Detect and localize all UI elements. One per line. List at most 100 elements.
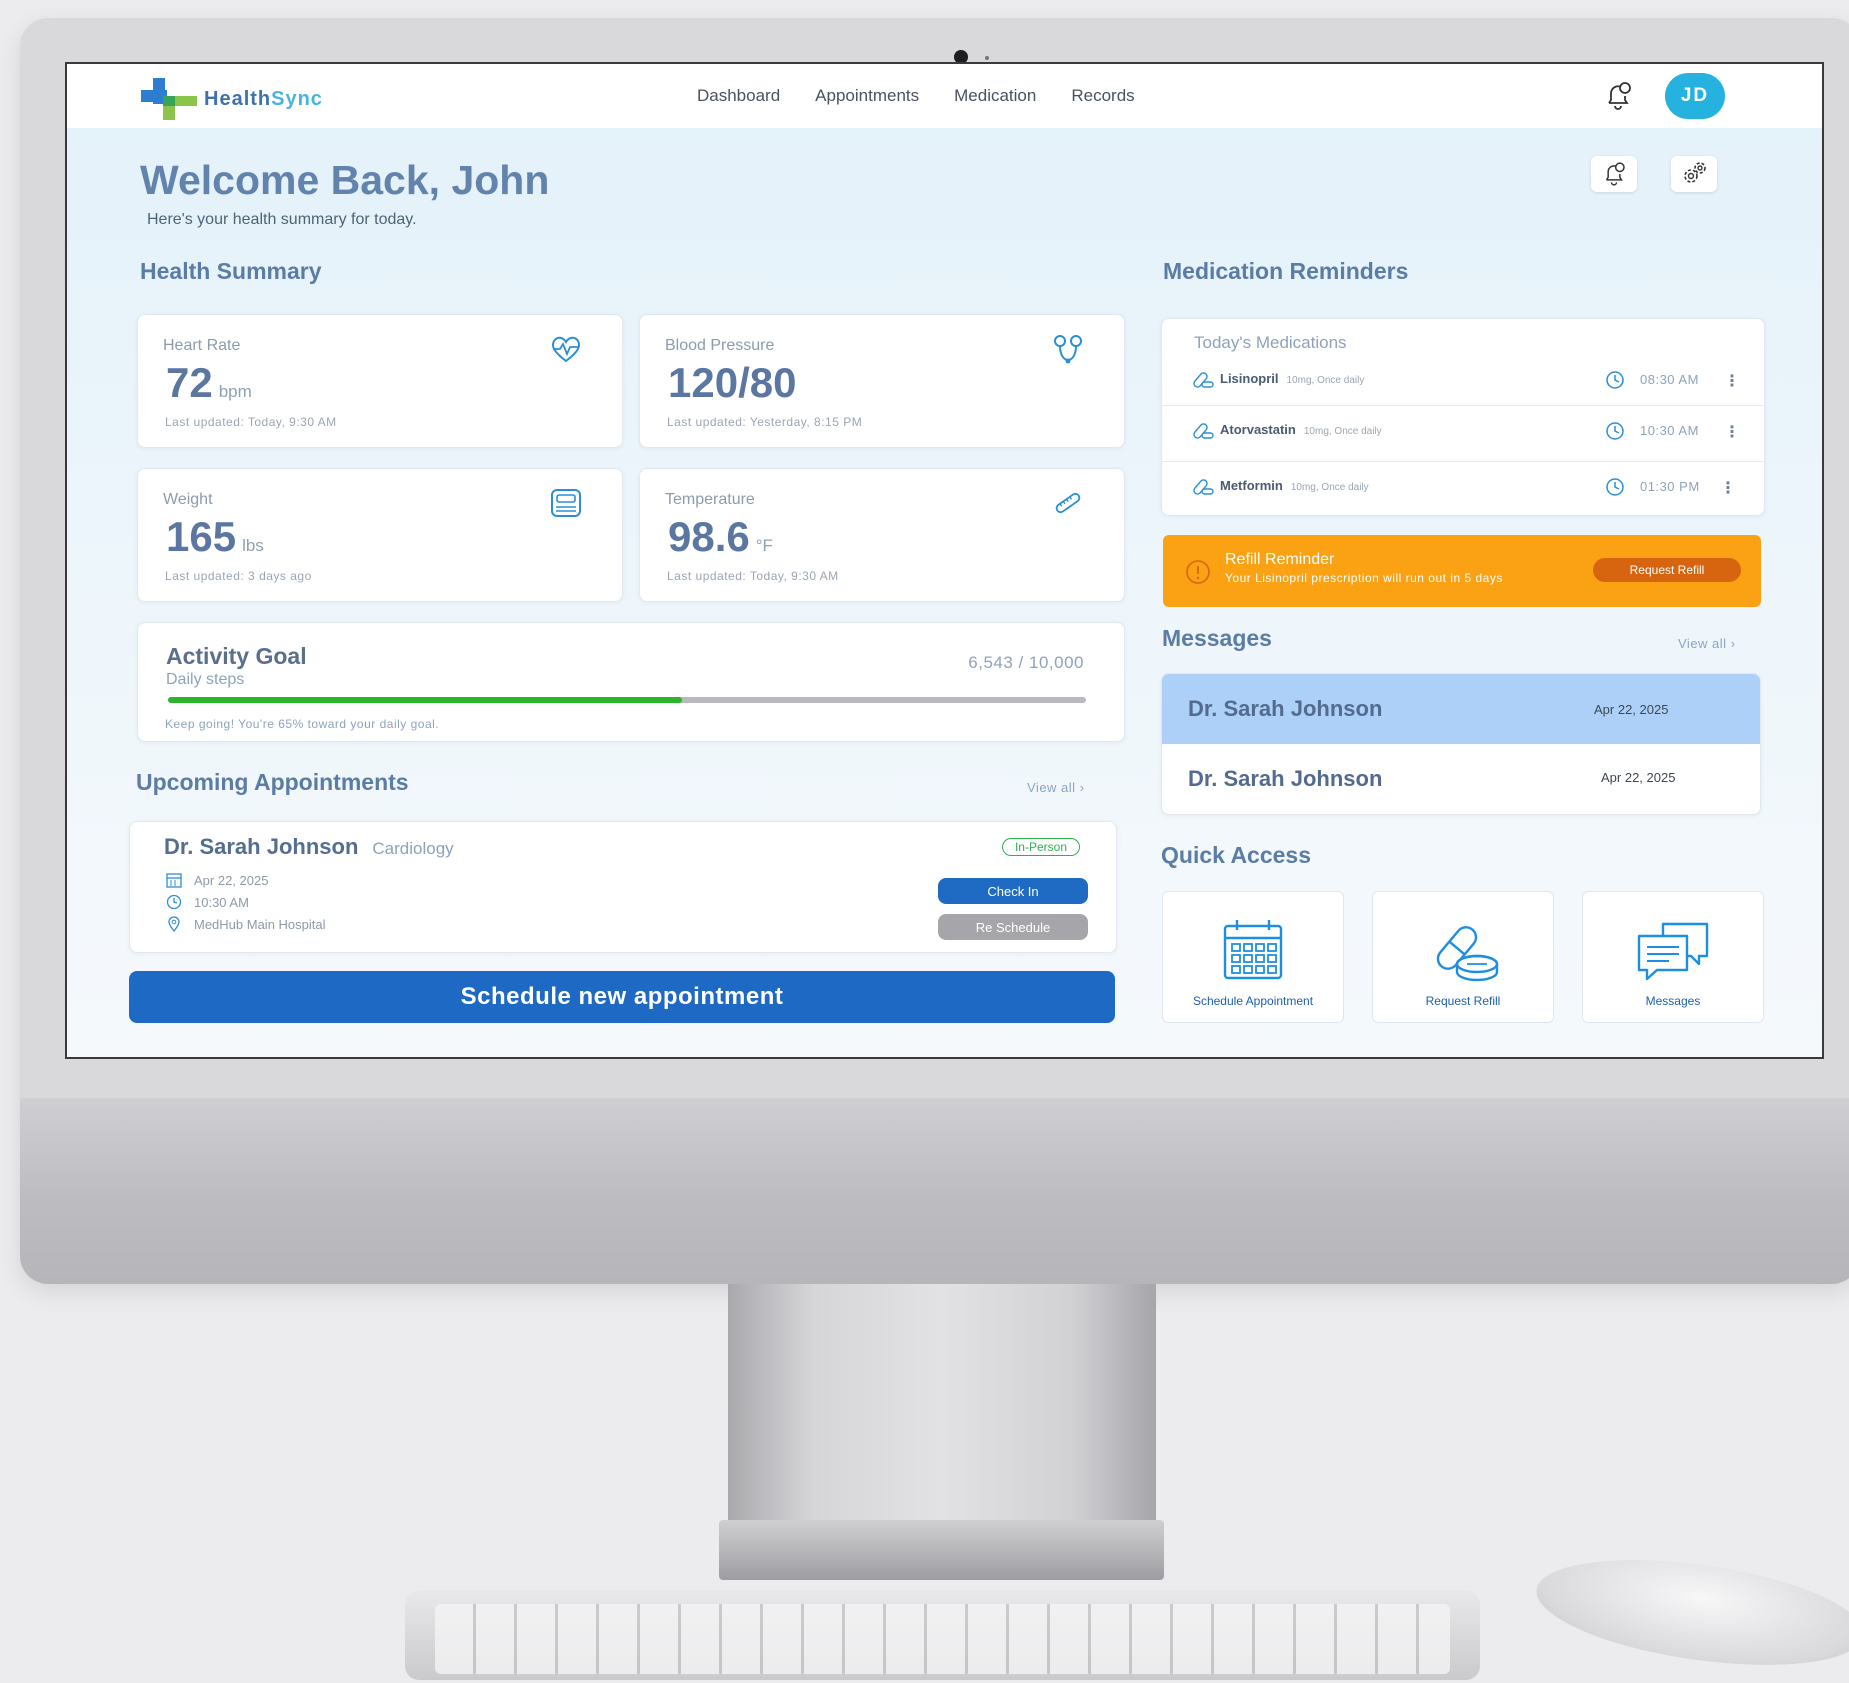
vital-label: Temperature xyxy=(665,491,755,508)
medication-row[interactable]: Metformin 10mg, Once daily 01:30 PM ⋮ xyxy=(1162,461,1764,512)
pill-icon xyxy=(1193,423,1214,439)
logo-icon xyxy=(141,78,197,120)
medication-dose: 10mg, Once daily xyxy=(1303,426,1382,437)
activity-progress-track xyxy=(168,697,1086,703)
activity-subtitle: Daily steps xyxy=(166,671,245,688)
notifications-button[interactable] xyxy=(1591,156,1637,192)
nav-dashboard[interactable]: Dashboard xyxy=(697,86,780,106)
nav-appointments[interactable]: Appointments xyxy=(815,86,919,106)
vital-updated: Last updated: Today, 9:30 AM xyxy=(165,415,337,429)
view-all-label: View all xyxy=(1027,780,1076,795)
heart-rate-icon xyxy=(551,336,581,363)
calendar-icon xyxy=(1223,920,1283,980)
vital-number: 72 xyxy=(166,359,213,406)
medication-dose: 10mg, Once daily xyxy=(1290,482,1369,493)
vital-unit: lbs xyxy=(242,536,264,555)
message-date: Apr 22, 2025 xyxy=(1601,770,1676,785)
refill-title: Refill Reminder xyxy=(1225,551,1335,568)
vital-card-weight[interactable]: Weight 165 lbs Last updated: 3 days ago xyxy=(137,468,623,602)
page-subtitle: Here's your health summary for today. xyxy=(147,211,417,228)
settings-button[interactable] xyxy=(1671,156,1717,192)
vital-label: Heart Rate xyxy=(163,337,241,354)
thermometer-icon xyxy=(1055,492,1081,514)
doctor-name: Dr. Sarah Johnson xyxy=(164,834,359,859)
vital-value: 72 bpm xyxy=(166,359,252,407)
medications-header: Today's Medications xyxy=(1194,333,1347,352)
quick-access-schedule-appointment[interactable]: Schedule Appointment xyxy=(1162,891,1344,1023)
quick-access-title: Quick Access xyxy=(1161,842,1312,868)
activity-title: Activity Goal xyxy=(166,643,307,669)
message-row[interactable]: Dr. Sarah Johnson Apr 22, 2025 xyxy=(1162,744,1760,814)
more-options-icon[interactable]: ⋮ xyxy=(1724,422,1740,442)
vital-card-blood-pressure[interactable]: Blood Pressure 120/80 Last updated: Yest… xyxy=(639,314,1125,448)
top-nav: HealthSync Dashboard Appointments Medica… xyxy=(67,64,1822,128)
quick-access-label: Schedule Appointment xyxy=(1192,994,1314,1008)
monitor-stand xyxy=(728,1284,1156,1530)
request-refill-button[interactable]: Request Refill xyxy=(1593,558,1741,582)
brand-name[interactable]: HealthSync xyxy=(204,88,323,111)
more-options-icon[interactable]: ⋮ xyxy=(1720,478,1736,498)
nav-records[interactable]: Records xyxy=(1071,86,1134,106)
vital-unit: bpm xyxy=(218,382,252,401)
location-pin-icon xyxy=(168,916,180,932)
page-title: Welcome Back, John xyxy=(140,157,550,203)
bell-icon xyxy=(1605,162,1625,186)
medication-name: Atorvastatin 10mg, Once daily xyxy=(1220,422,1382,437)
activity-goal-card: Activity Goal Daily steps 6,543 / 10,000… xyxy=(137,622,1125,742)
brand-part-health: Health xyxy=(204,88,272,110)
medication-name-text: Atorvastatin xyxy=(1220,422,1296,437)
vital-card-heart-rate[interactable]: Heart Rate 72 bpm Last updated: Today, 9:… xyxy=(137,314,623,448)
vital-label: Blood Pressure xyxy=(665,337,775,354)
medication-row[interactable]: Atorvastatin 10mg, Once daily 10:30 AM ⋮ xyxy=(1162,405,1764,456)
clock-icon xyxy=(166,894,182,910)
check-in-button[interactable]: Check In xyxy=(938,878,1088,904)
status-badge: In-Person xyxy=(1001,838,1080,856)
quick-access-request-refill[interactable]: Request Refill xyxy=(1372,891,1554,1023)
avatar[interactable]: JD xyxy=(1665,73,1725,119)
doctor-specialty: Cardiology xyxy=(372,839,454,858)
appointment-location-text: MedHub Main Hospital xyxy=(194,916,326,932)
vital-label: Weight xyxy=(163,491,213,508)
appointment-card[interactable]: Dr. Sarah Johnson Cardiology In-Person Ap… xyxy=(129,821,1117,953)
vital-unit: °F xyxy=(755,536,773,555)
appointment-doctor: Dr. Sarah Johnson Cardiology xyxy=(164,834,454,860)
medication-time: 08:30 AM xyxy=(1640,372,1699,387)
brand-part-sync: Sync xyxy=(271,88,323,110)
message-sender: Dr. Sarah Johnson xyxy=(1188,766,1383,791)
more-options-icon[interactable]: ⋮ xyxy=(1724,371,1740,391)
appointments-view-all[interactable]: View all › xyxy=(1027,780,1085,795)
messages-title: Messages xyxy=(1162,625,1272,651)
quick-access-label: Messages xyxy=(1645,994,1701,1008)
chevron-right-icon: › xyxy=(1730,636,1736,651)
calendar-icon xyxy=(166,873,182,888)
schedule-new-appointment-button[interactable]: Schedule new appointment xyxy=(129,971,1115,1023)
message-row[interactable]: Dr. Sarah Johnson Apr 22, 2025 xyxy=(1162,674,1760,744)
medication-name-text: Metformin xyxy=(1220,478,1283,493)
vital-value: 165 lbs xyxy=(166,513,264,561)
nav-links: Dashboard Appointments Medication Record… xyxy=(697,86,1135,106)
medication-dose: 10mg, Once daily xyxy=(1286,375,1365,386)
messages-view-all[interactable]: View all › xyxy=(1678,636,1736,651)
appointment-date: Apr 22, 2025 xyxy=(166,872,268,888)
medication-name: Metformin 10mg, Once daily xyxy=(1220,478,1369,493)
vital-value: 98.6 °F xyxy=(668,513,773,561)
appointment-time: 10:30 AM xyxy=(166,894,249,910)
medication-reminders-title: Medication Reminders xyxy=(1163,258,1409,284)
keyboard-keys xyxy=(435,1604,1450,1674)
vital-number: 165 xyxy=(166,513,237,560)
mouse xyxy=(1529,1542,1849,1683)
notification-bell-icon[interactable] xyxy=(1600,78,1636,114)
quick-access-messages[interactable]: Messages xyxy=(1582,891,1764,1023)
medication-row[interactable]: Lisinopril 10mg, Once daily 08:30 AM ⋮ xyxy=(1162,355,1764,405)
vital-card-temperature[interactable]: Temperature 98.6 °F Last updated: Today, … xyxy=(639,468,1125,602)
clock-icon xyxy=(1606,478,1624,496)
appointments-title: Upcoming Appointments xyxy=(136,769,409,795)
pills-icon xyxy=(1436,926,1499,982)
appointment-location: MedHub Main Hospital xyxy=(166,916,326,932)
gear-icon xyxy=(1684,162,1706,183)
chevron-right-icon: › xyxy=(1079,780,1085,795)
nav-medication[interactable]: Medication xyxy=(954,86,1036,106)
scale-icon xyxy=(551,489,581,517)
reschedule-button[interactable]: Re Schedule xyxy=(938,914,1088,940)
camera-sensor xyxy=(985,56,989,60)
